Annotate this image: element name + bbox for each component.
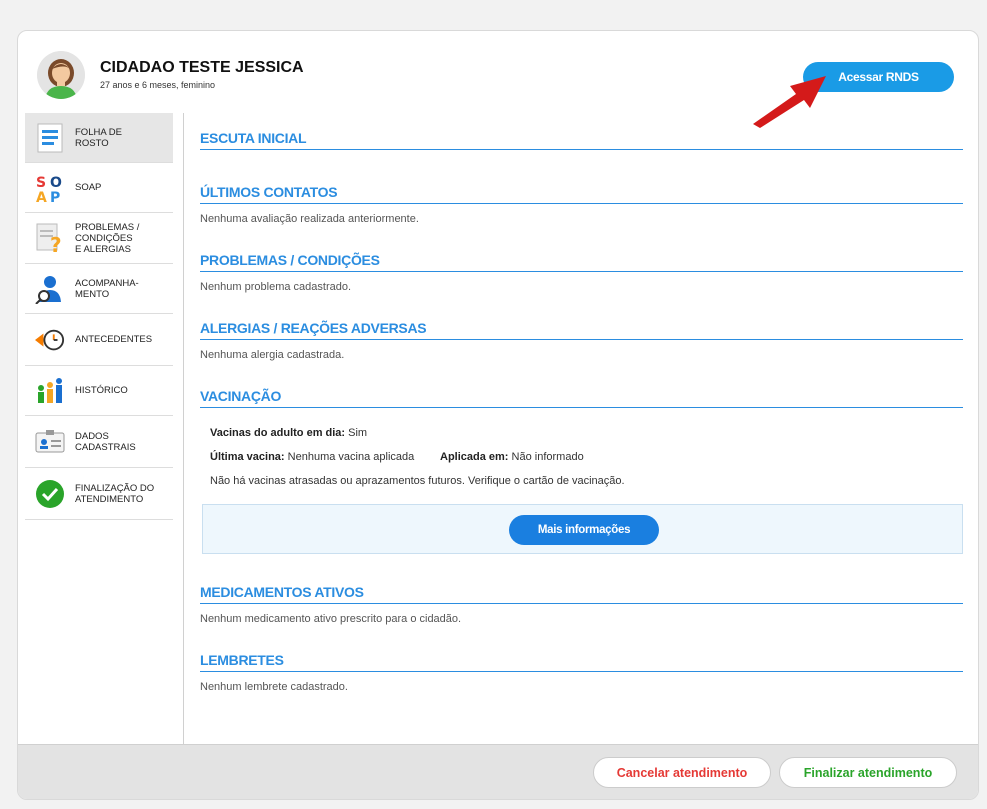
- sidebar-item-folha-de-rosto[interactable]: FOLHA DE ROSTO: [25, 113, 173, 163]
- svg-text:?: ?: [50, 233, 62, 254]
- sidebar-item-acompanhamento[interactable]: ACOMPANHA- MENTO: [25, 264, 173, 314]
- vaccine-note: Não há vacinas atrasadas ou aprazamentos…: [210, 475, 625, 487]
- vaccine-adult-value: Sim: [348, 427, 368, 439]
- sidebar-item-label: PROBLEMAS / CONDIÇÕES E ALERGIAS: [75, 221, 140, 255]
- svg-text:O: O: [50, 175, 62, 191]
- svg-text:P: P: [50, 190, 60, 203]
- sidebar-divider: [183, 113, 184, 746]
- sidebar-item-label: FINALIZAÇÃO DO ATENDIMENTO: [75, 482, 155, 505]
- sidebar-nav: FOLHA DE ROSTO S O A P SOAP ? PROBLEMAS …: [25, 113, 173, 746]
- section-title-lembretes: LEMBRETES: [200, 652, 963, 672]
- section-title-medicamentos: MEDICAMENTOS ATIVOS: [200, 584, 963, 604]
- vaccine-last-label: Última vacina:: [210, 451, 285, 463]
- finish-attendance-button[interactable]: Finalizar atendimento: [779, 757, 957, 788]
- sidebar-item-label: SOAP: [75, 182, 102, 193]
- sidebar-item-label: ANTECEDENTES: [75, 334, 153, 345]
- section-text-ultimos-contatos: Nenhuma avaliação realizada anteriorment…: [200, 213, 419, 225]
- svg-text:A: A: [36, 190, 47, 203]
- cancel-attendance-button[interactable]: Cancelar atendimento: [593, 757, 771, 788]
- vaccine-adult-label: Vacinas do adulto em dia:: [210, 427, 346, 439]
- sidebar-item-label: FOLHA DE ROSTO: [75, 126, 122, 149]
- attendance-card: CIDADAO TESTE JESSICA 27 anos e 6 meses,…: [17, 30, 979, 800]
- section-text-problemas: Nenhum problema cadastrado.: [200, 281, 352, 293]
- section-text-lembretes: Nenhum lembrete cadastrado.: [200, 681, 348, 693]
- svg-text:S: S: [36, 175, 46, 191]
- vaccine-info-box: Mais informações: [202, 504, 963, 554]
- red-arrow-icon: [753, 76, 826, 128]
- vaccine-applied-label: Aplicada em:: [440, 451, 509, 463]
- footer-bar: Cancelar atendimento Finalizar atendimen…: [18, 744, 978, 799]
- patient-info: 27 anos e 6 meses, feminino: [100, 80, 216, 90]
- person-search-icon: [35, 274, 65, 304]
- sidebar-item-label: HISTÓRICO: [75, 385, 128, 396]
- sidebar-item-soap[interactable]: S O A P SOAP: [25, 163, 173, 213]
- section-text-medicamentos: Nenhum medicamento ativo prescrito para …: [200, 613, 462, 625]
- sidebar-item-label: DADOS CADASTRAIS: [75, 430, 136, 453]
- family-icon: [35, 376, 65, 406]
- section-title-alergias: ALERGIAS / REAÇÕES ADVERSAS: [200, 320, 963, 340]
- vaccine-applied: Aplicada em: Não informado: [440, 451, 584, 463]
- section-title-ultimos-contatos: ÚLTIMOS CONTATOS: [200, 184, 963, 204]
- soap-icon: S O A P: [35, 173, 65, 203]
- sidebar-item-label: ACOMPANHA- MENTO: [75, 277, 139, 300]
- id-card-icon: [35, 427, 65, 457]
- vaccine-last-value: Nenhuma vacina aplicada: [287, 451, 415, 463]
- sidebar-item-dados-cadastrais[interactable]: DADOS CADASTRAIS: [25, 416, 173, 468]
- problems-icon: ?: [35, 223, 65, 254]
- sidebar-item-finalizacao[interactable]: FINALIZAÇÃO DO ATENDIMENTO: [25, 468, 173, 520]
- vaccine-adult-status: Vacinas do adulto em dia: Sim: [210, 427, 367, 439]
- document-icon: [35, 123, 65, 153]
- section-text-alergias: Nenhuma alergia cadastrada.: [200, 349, 345, 361]
- more-info-button[interactable]: Mais informações: [509, 515, 659, 545]
- sidebar-item-problemas[interactable]: ? PROBLEMAS / CONDIÇÕES E ALERGIAS: [25, 213, 173, 264]
- patient-avatar: [37, 51, 85, 99]
- section-title-vacinacao: VACINAÇÃO: [200, 388, 963, 408]
- sidebar-item-antecedentes[interactable]: ANTECEDENTES: [25, 314, 173, 366]
- vaccine-applied-value: Não informado: [511, 451, 584, 463]
- patient-header: CIDADAO TESTE JESSICA 27 anos e 6 meses,…: [18, 31, 978, 113]
- sidebar-item-historico[interactable]: HISTÓRICO: [25, 366, 173, 416]
- clock-back-icon: [35, 325, 65, 355]
- section-title-escuta-inicial: ESCUTA INICIAL: [200, 130, 963, 150]
- vaccine-last: Última vacina: Nenhuma vacina aplicada: [210, 451, 414, 463]
- check-icon: [35, 479, 65, 509]
- woman-avatar-icon: [37, 51, 85, 99]
- patient-name: CIDADAO TESTE JESSICA: [100, 59, 304, 76]
- section-title-problemas: PROBLEMAS / CONDIÇÕES: [200, 252, 963, 272]
